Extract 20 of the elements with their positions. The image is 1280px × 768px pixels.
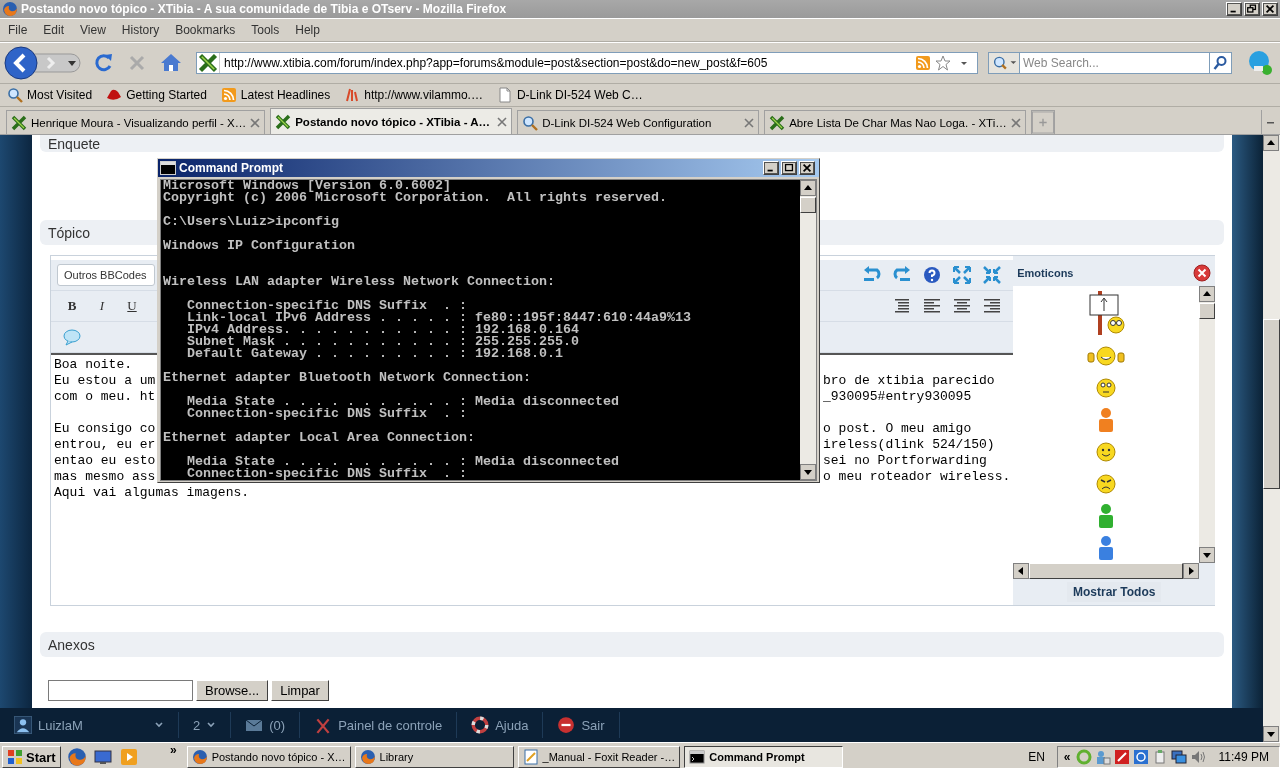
text-line: com o meu. ht: [54, 389, 156, 405]
panel-title: Emoticons: [1017, 267, 1075, 279]
text-line: Eu estou a um: [54, 373, 156, 389]
text-line: entrou, eu er: [54, 437, 156, 453]
text-line: sei no Portforwarding: [823, 453, 987, 469]
text-line: Boa noite.: [54, 357, 132, 373]
text-line: Eu consigo co: [54, 421, 156, 437]
window-title: Postando novo tópico - XTibia - A sua comunidade de Tibia e OTserv - Mozilla Firefox: [21, 2, 508, 16]
section-title: Anexos: [48, 636, 95, 653]
text-line: o meu roteador wireless.: [823, 469, 1011, 485]
text-line: mas mesmo ass: [54, 469, 156, 485]
text-line: Aqui vai algumas imagens.: [54, 485, 250, 501]
section-title: Tópico: [48, 224, 91, 241]
text-line: bro de xtibia parecido: [823, 373, 995, 389]
text-line: entao eu esto: [54, 453, 156, 469]
section-title: Enquete: [48, 136, 101, 152]
text-line: ireless(dlink 524/150): [823, 437, 995, 453]
window-title: Command Prompt: [179, 161, 284, 175]
text-line: _930095#entry930095: [823, 389, 972, 405]
text-line: o post. O meu amigo: [823, 421, 972, 437]
